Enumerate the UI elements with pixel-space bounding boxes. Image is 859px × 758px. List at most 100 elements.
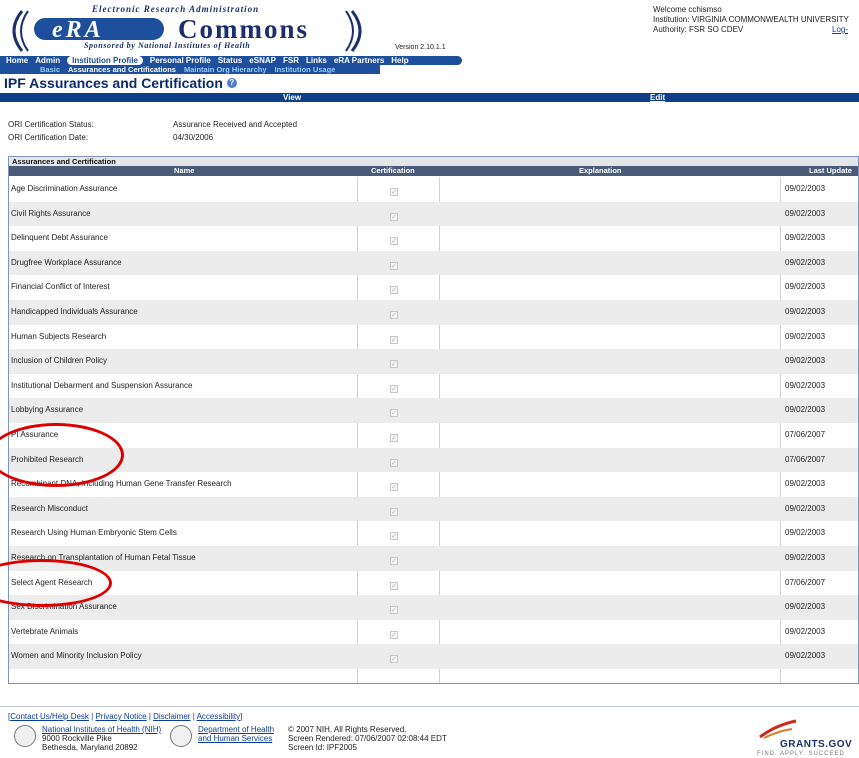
tab-view[interactable]: View: [283, 93, 301, 102]
ori-status-label: ORI Certification Status:: [8, 120, 94, 129]
logout-link[interactable]: Log-: [832, 25, 848, 34]
last-update-date: 09/02/2003: [785, 602, 826, 612]
assurance-name: Vertebrate Animals: [11, 626, 79, 636]
col-last-update[interactable]: Last Update: [809, 166, 852, 176]
last-update-date: 09/02/2003: [785, 651, 826, 661]
table-row: Lobbying Assurance ✓ 09/02/2003: [9, 398, 858, 423]
copyright-info: © 2007 NIH. All Rights Reserved. Screen …: [288, 725, 447, 752]
table-row: Research Misconduct ✓ 09/02/2003: [9, 496, 858, 522]
sub-nav: Basic Assurances and Certifications Mainta…: [0, 65, 380, 74]
footer-link-disclaimer[interactable]: Disclaimer: [153, 712, 190, 721]
grants-text: GRANTS.GOV: [780, 739, 853, 750]
screen-id: Screen Id: IPF2005: [288, 743, 357, 752]
hhs-line1[interactable]: Department of Health: [198, 725, 274, 734]
nav-item-status[interactable]: Status: [218, 56, 242, 65]
assurance-name: Drugfree Workplace Assurance: [11, 257, 122, 267]
nav-item-era-partners[interactable]: eRA Partners: [334, 56, 384, 65]
version-label: Version 2.10.1.1: [395, 44, 446, 51]
last-update-date: 09/02/2003: [785, 331, 826, 341]
last-update-date: 09/02/2003: [785, 380, 826, 390]
subnav-item-maintain-org-hierarchy[interactable]: Maintain Org Hierarchy: [184, 65, 267, 74]
assurance-name: Handicapped Individuals Assurance: [11, 306, 138, 316]
last-update-date: 09/02/2003: [785, 306, 826, 316]
subnav-item-assurances-and-certifications[interactable]: Assurances and Certifications: [68, 65, 176, 74]
col-explanation[interactable]: Explanation: [579, 166, 622, 176]
welcome-text: Welcome cchismso: [653, 5, 722, 14]
certification-checkbox: ✓: [390, 606, 398, 615]
assurance-name: Financial Conflict of Interest: [11, 282, 110, 292]
certification-checkbox: ✓: [390, 581, 398, 590]
tagline-bottom: Sponsored by National Institutes of Heal…: [84, 41, 251, 50]
last-update-date: 09/02/2003: [785, 184, 826, 193]
last-update-date: 09/02/2003: [785, 503, 826, 513]
tab-edit[interactable]: Edit: [650, 93, 665, 102]
assurance-name: Women and Minority Inclusion Policy: [11, 651, 142, 661]
view-edit-bar: View Edit: [0, 93, 859, 102]
nih-address: National Institutes of Health (NIH) 9000…: [42, 725, 161, 752]
certification-checkbox: ✓: [390, 630, 398, 639]
nav-item-esnap[interactable]: eSNAP: [249, 56, 276, 65]
hhs-line2[interactable]: and Human Services: [198, 734, 272, 743]
certification-checkbox: ✓: [390, 212, 398, 221]
subnav-item-institution-usage[interactable]: Institution Usage: [275, 65, 336, 74]
table-header: Name Certification Explanation Last Upda…: [9, 166, 858, 176]
hhs-seal-icon: [170, 725, 192, 747]
table-row: Institutional Debarment and Suspension A…: [9, 374, 858, 399]
render-time: Screen Rendered: 07/06/2007 02:08:44 EDT: [288, 734, 447, 743]
nih-addr-line2: Bethesda, Maryland 20892: [42, 743, 138, 752]
nav-item-links[interactable]: Links: [306, 56, 327, 65]
table-body: Age Discrimination Assurance ✓ 09/02/2003 C…: [9, 177, 858, 669]
last-update-date: 07/06/2007: [785, 429, 826, 439]
table-row: Recombinant DNA, Including Human Gene Tr…: [9, 472, 858, 497]
help-icon[interactable]: ?: [226, 78, 237, 88]
table-row: Sex Discrimination Assurance ✓ 09/02/2003: [9, 595, 858, 620]
certification-checkbox: ✓: [390, 286, 398, 295]
col-certification[interactable]: Certification: [371, 166, 415, 176]
table-row: Human Subjects Research ✓ 09/02/2003: [9, 325, 858, 350]
table-row: Prohibited Research ✓ 07/06/2007: [9, 447, 858, 473]
page-title: IPF Assurances and Certification ?: [4, 75, 237, 91]
ori-status-value: Assurance Received and Accepted: [173, 120, 298, 129]
last-update-date: 09/02/2003: [785, 282, 826, 292]
grants-tagline: FIND. APPLY. SUCCEED: [757, 751, 845, 757]
table-row: Age Discrimination Assurance ✓ 09/02/2003: [9, 177, 858, 202]
assurance-name: Delinquent Debt Assurance: [11, 233, 108, 243]
certification-checkbox: ✓: [390, 261, 398, 270]
table-row: Inclusion of Children Policy ✓ 09/02/2003: [9, 349, 858, 374]
era-logo-text: eRA: [52, 17, 104, 43]
certification-checkbox: ✓: [390, 409, 398, 418]
nih-addr-line1: 9000 Rockville Pike: [42, 734, 112, 743]
user-info: Welcome cchismso Institution: VIRGINIA C…: [653, 5, 849, 35]
grants-gov-logo[interactable]: GRANTS.GOV FIND. APPLY. SUCCEED: [752, 717, 859, 757]
institution-text: Institution: VIRGINIA COMMONWEALTH UNIVE…: [653, 15, 849, 24]
assurance-name: Civil Rights Assurance: [11, 208, 91, 218]
nih-link[interactable]: National Institutes of Health (NIH): [42, 725, 161, 734]
nav-item-help[interactable]: Help: [391, 56, 408, 65]
nav-item-admin[interactable]: Admin: [35, 56, 60, 65]
assurance-name: Age Discrimination Assurance: [11, 184, 118, 193]
subnav-item-basic[interactable]: Basic: [40, 65, 60, 74]
table-row: Drugfree Workplace Assurance ✓ 09/02/2003: [9, 250, 858, 276]
certification-checkbox: ✓: [390, 360, 398, 369]
ori-date-value: 04/30/2006: [173, 133, 214, 142]
assurance-name: Institutional Debarment and Suspension A…: [11, 380, 193, 390]
assurance-name: Human Subjects Research: [11, 331, 107, 341]
last-update-date: 09/02/2003: [785, 528, 826, 538]
nav-item-fsr[interactable]: FSR: [283, 56, 299, 65]
nav-item-institution-profile[interactable]: Institution Profile: [67, 56, 143, 65]
footer-link-privacy-notice[interactable]: Privacy Notice: [95, 712, 146, 721]
last-update-date: 09/02/2003: [785, 626, 826, 636]
footer-link-accessibility[interactable]: Accessibility: [197, 712, 241, 721]
assurance-name: Lobbying Assurance: [11, 405, 84, 415]
footer-link-contact-us-help-desk[interactable]: Contact Us/Help Desk: [10, 712, 89, 721]
nav-item-personal-profile[interactable]: Personal Profile: [150, 56, 211, 65]
table-row: Research on Transplantation of Human Fet…: [9, 545, 858, 571]
table-row: Delinquent Debt Assurance ✓ 09/02/2003: [9, 226, 858, 251]
last-update-date: 09/02/2003: [785, 233, 826, 243]
certification-checkbox: ✓: [390, 433, 398, 442]
nav-item-home[interactable]: Home: [6, 56, 28, 65]
authority-text: Authority: FSR SO CDEV: [653, 25, 744, 34]
hhs-link[interactable]: Department of Health and Human Services: [198, 725, 274, 743]
assurances-table: Assurances and Certification Name Certif…: [8, 156, 859, 684]
col-name[interactable]: Name: [174, 166, 194, 176]
